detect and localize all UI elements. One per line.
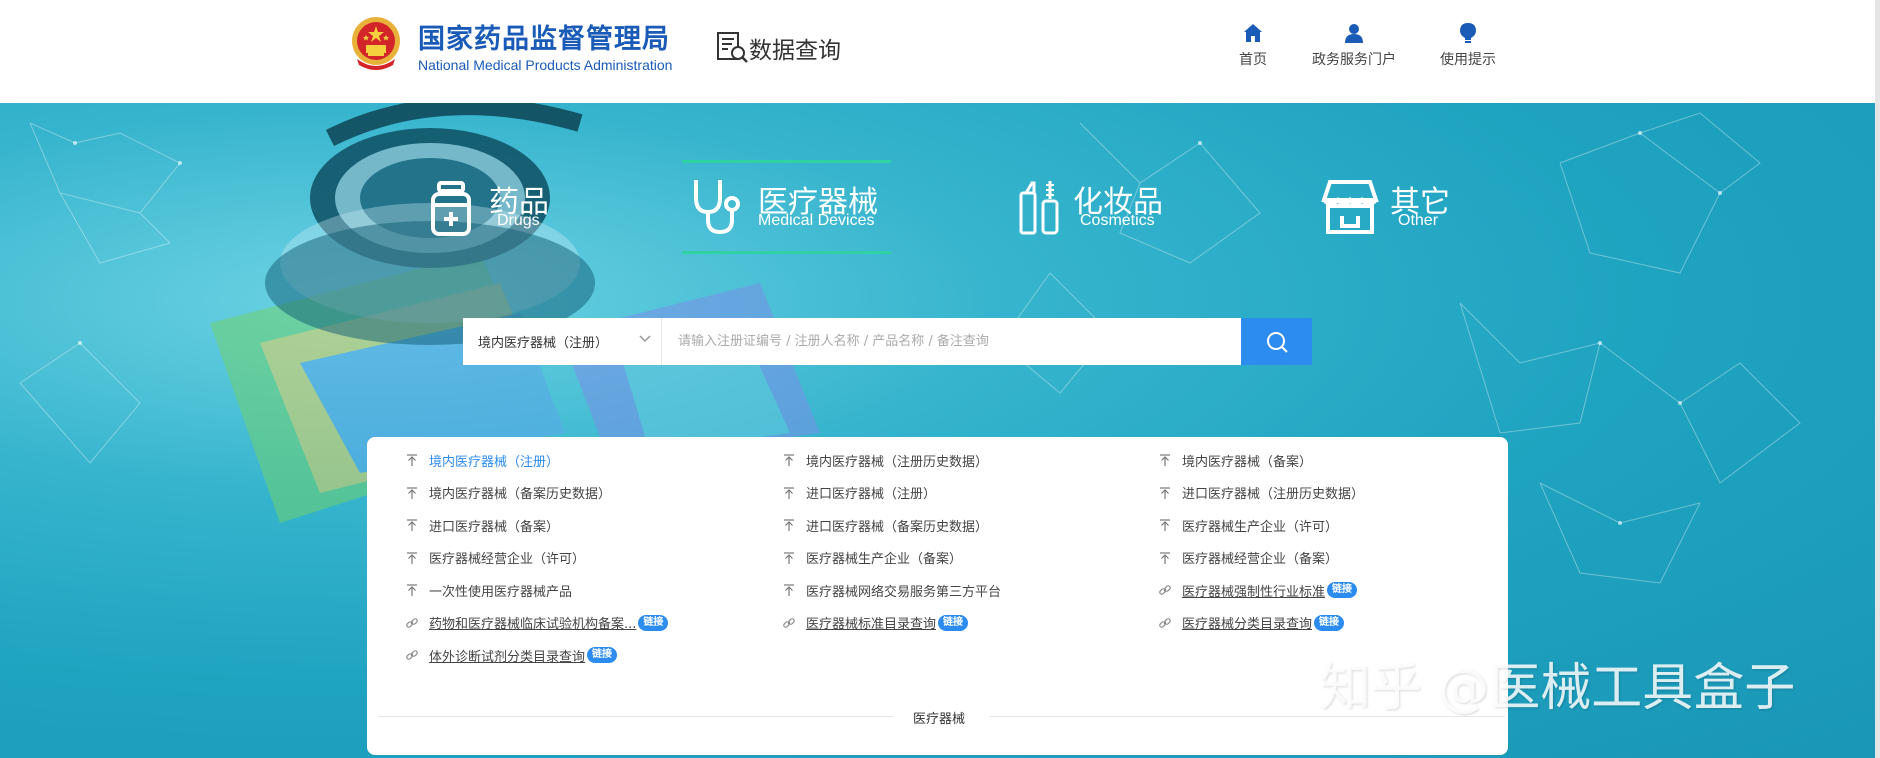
link-icon [783,617,795,628]
link-label: 进口医疗器械（注册历史数据） [1182,487,1365,502]
database-query-item[interactable]: 进口医疗器械（备案历史数据） [782,515,988,535]
link-label: 医疗器械经营企业（许可） [429,552,586,567]
link-icon [1159,617,1171,628]
upload-icon [407,454,417,466]
category-cosmetics-en: Cosmetics [1080,212,1155,229]
watermark: 知乎 @医械工具盒子 [1320,659,1796,718]
external-link-item[interactable]: 医疗器械标准目录查询 链接 [782,613,969,633]
database-query-item[interactable]: 医疗器械生产企业（备案） [782,548,962,568]
national-emblem-icon[interactable] [349,15,403,71]
link-label: 医疗器械生产企业（备案） [806,552,963,567]
link-label: 境内医疗器械（注册历史数据） [806,454,989,470]
nav-home[interactable]: 首页 [1239,22,1267,69]
link-icon [406,617,418,628]
category-medical-devices-en: Medical Devices [758,212,875,229]
link-label: 医疗器械生产企业（许可） [1182,519,1339,535]
link-label: 境内医疗器械（备案） [1182,454,1313,470]
database-query-item[interactable]: 医疗器械经营企业（备案） [1158,548,1338,568]
database-query-item[interactable]: 进口医疗器械（备案） [405,515,559,535]
link-label: 医疗器械标准目录查询 [806,617,937,632]
upload-icon [407,519,417,531]
database-query-item[interactable]: 境内医疗器械（备案） [1158,450,1312,470]
site-name-cn[interactable]: 国家药品监督管理局 [418,17,670,56]
search-icon [1266,331,1288,353]
database-query-item[interactable]: 医疗器械网络交易服务第三方平台 [782,580,1001,600]
upload-icon [784,551,794,564]
search-type-select[interactable]: 境内医疗器械（注册） [463,318,662,365]
nav-usage-tips-label: 使用提示 [1440,52,1496,68]
cosmetics-icon [1019,181,1059,235]
home-icon [1244,24,1262,42]
module-title: 数据查询 [749,38,841,64]
link-label: 境内医疗器械（注册） [429,454,560,470]
lightbulb-icon [1460,23,1476,43]
nav-home-label: 首页 [1239,52,1267,68]
link-label: 一次性使用医疗器械产品 [429,584,573,600]
scrollbar[interactable] [1875,0,1880,758]
medicine-bottle-icon [431,181,471,236]
nav-gov-services-label: 政务服务门户 [1312,52,1396,68]
upload-icon [407,486,417,499]
user-icon [1345,24,1363,43]
link-label: 医疗器械经营企业（备案） [1182,552,1339,567]
database-query-item[interactable]: 医疗器械生产企业（许可） [1158,515,1338,535]
category-other-en: Other [1398,212,1439,229]
stethoscope-icon [694,180,740,235]
link-icon [406,650,418,660]
link-badge: 链接 [938,614,969,631]
database-query-item[interactable]: 进口医疗器械（注册历史数据） [1158,483,1364,503]
link-badge: 链接 [1314,614,1345,631]
upload-icon [407,584,417,596]
external-link-item[interactable]: 医疗器械分类目录查询 链接 [1158,613,1345,633]
link-badge: 链接 [638,614,669,631]
panel-section-label: 医疗器械 [913,712,966,727]
upload-icon [784,486,794,499]
upload-icon [784,584,794,596]
database-query-item[interactable]: 进口医疗器械（注册） [782,483,936,503]
link-label: 医疗器械网络交易服务第三方平台 [806,584,1002,600]
database-query-item[interactable]: 境内医疗器械（注册） [405,450,559,470]
link-badge: 链接 [587,647,618,663]
search-type-value: 境内医疗器械（注册） [478,336,609,351]
link-label: 体外诊断试剂分类目录查询 [429,649,586,665]
upload-icon [784,519,794,531]
nav-gov-services[interactable]: 政务服务门户 [1312,22,1396,69]
chevron-down-icon [639,335,651,343]
category-drugs-en: Drugs [497,212,540,229]
site-header: 国家药品监督管理局 National Medical Products Admi… [0,0,1875,103]
upload-icon [1160,551,1170,564]
link-label: 进口医疗器械（备案） [429,519,560,535]
link-label: 医疗器械强制性行业标准 [1182,584,1326,600]
external-link-item[interactable]: 体外诊断试剂分类目录查询 链接 [405,645,618,665]
upload-icon [1160,454,1170,466]
category-cosmetics[interactable]: 化妆品 Cosmetics [1015,160,1175,254]
upload-icon [1160,486,1170,499]
upload-icon [1160,519,1170,531]
link-label: 进口医疗器械（注册） [806,487,937,502]
store-icon [1321,180,1379,234]
data-query-icon [717,32,748,63]
link-badge: 链接 [1327,582,1358,598]
divider [378,716,893,717]
site-name-en[interactable]: National Medical Products Administration [418,57,672,73]
database-query-item[interactable]: 境内医疗器械（注册历史数据） [782,450,988,470]
category-other[interactable]: 其它 Other [1320,160,1460,254]
link-icon [1159,585,1171,595]
category-medical-devices[interactable]: 医疗器械 Medical Devices [682,160,891,254]
search-input[interactable] [662,318,1241,365]
category-drugs[interactable]: 药品 Drugs [425,160,565,254]
database-query-item[interactable]: 医疗器械经营企业（许可） [405,548,585,568]
search-button[interactable] [1241,318,1312,365]
link-label: 药物和医疗器械临床试验机构备案... [429,617,637,632]
database-query-item[interactable]: 一次性使用医疗器械产品 [405,580,572,600]
nav-usage-tips[interactable]: 使用提示 [1440,22,1496,69]
external-link-item[interactable]: 药物和医疗器械临床试验机构备案... 链接 [405,613,669,633]
database-query-item[interactable]: 境内医疗器械（备案历史数据） [405,483,611,503]
external-link-item[interactable]: 医疗器械强制性行业标准 链接 [1158,580,1358,600]
link-label: 医疗器械分类目录查询 [1182,617,1313,632]
upload-icon [407,551,417,564]
link-label: 进口医疗器械（备案历史数据） [806,519,989,535]
upload-icon [784,454,794,466]
link-label: 境内医疗器械（备案历史数据） [429,487,612,502]
